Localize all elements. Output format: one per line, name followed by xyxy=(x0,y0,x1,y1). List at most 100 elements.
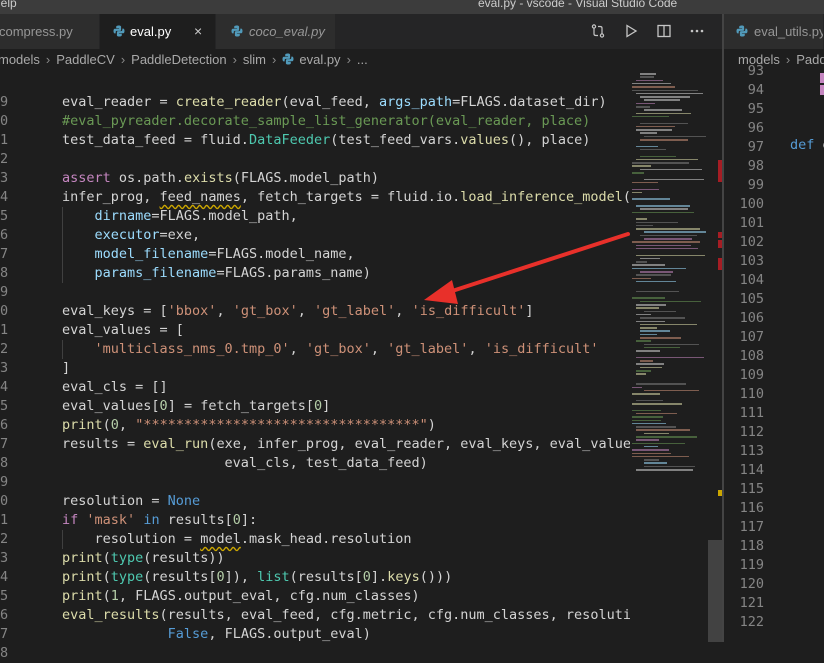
breadcrumb: models › PaddleCV › PaddleDetection › slim › eva… xyxy=(0,49,718,71)
code-token: 0 xyxy=(159,398,168,414)
right-line-number-gutter: 93 94 95 96 97 98 99 100 101 102 103 104 105 106 107 10… xyxy=(724,62,764,632)
code-line[interactable]: infer_prog, feed_names, fetch_targets = … xyxy=(62,188,630,207)
code-line[interactable]: assert os.path.exists(FLAGS.model_path) xyxy=(62,169,630,188)
line-number: 107 xyxy=(739,329,764,345)
code-line[interactable]: eval_cls, test_data_feed) xyxy=(62,454,630,473)
minimap-line xyxy=(636,313,651,316)
code-line[interactable] xyxy=(62,74,630,93)
minimap-line xyxy=(640,155,676,158)
right-code-editor[interactable]: def e xyxy=(790,71,824,247)
tab-eval-py[interactable]: eval.py × xyxy=(100,14,216,49)
compare-changes-icon[interactable] xyxy=(590,23,606,39)
code-editor[interactable]: eval_reader = create_reader(eval_feed, a… xyxy=(62,74,630,644)
line-number: 96 xyxy=(747,120,764,136)
minimap-line xyxy=(636,439,659,441)
code-line[interactable]: model_filename=FLAGS.model_name, xyxy=(62,245,630,264)
code-line[interactable]: #eval_pyreader.decorate_sample_list_gene… xyxy=(62,112,630,131)
minimap-line xyxy=(644,178,704,181)
breadcrumb-item[interactable]: PaddleDetection xyxy=(131,49,226,71)
minimap-line xyxy=(636,304,666,306)
breadcrumb-item[interactable]: Padd xyxy=(796,49,824,71)
minimap-line xyxy=(632,297,665,299)
line-number: 3 xyxy=(0,170,9,186)
code-line[interactable]: test_data_feed = fluid.DataFeeder(test_f… xyxy=(62,131,630,150)
line-number xyxy=(0,74,40,93)
minimap-line xyxy=(632,172,644,174)
code-line[interactable]: resolution = model.mask_head.resolution xyxy=(62,530,630,549)
line-number: 104 xyxy=(739,272,764,288)
code-token: None xyxy=(167,493,201,509)
breadcrumb-item[interactable]: eval.py xyxy=(299,49,340,71)
editor-actions xyxy=(580,14,720,49)
line-number: 0 xyxy=(0,303,9,319)
code-token: eval_keys = [ xyxy=(62,303,168,319)
breadcrumb-item[interactable]: PaddleCV xyxy=(56,49,115,71)
code-line[interactable]: False, FLAGS.output_eval) xyxy=(62,625,630,644)
minimap[interactable] xyxy=(630,71,708,642)
code-line[interactable]: ] xyxy=(62,359,630,378)
code-token: exists xyxy=(183,170,233,186)
code-line[interactable] xyxy=(62,150,630,169)
line-number: 6 xyxy=(0,607,9,623)
code-token: , xyxy=(370,341,388,357)
line-number: 113 xyxy=(739,443,764,459)
split-editor-icon[interactable] xyxy=(656,23,672,39)
scrollbar-thumb[interactable] xyxy=(708,540,722,642)
code-line[interactable] xyxy=(62,283,630,302)
code-line[interactable]: print(0, "******************************… xyxy=(62,416,630,435)
code-token: load_inference_model xyxy=(460,189,623,205)
breadcrumb-item[interactable]: slim xyxy=(243,49,266,71)
line-number: 114 xyxy=(739,462,764,478)
minimap-line xyxy=(636,218,647,220)
code-token: , xyxy=(216,303,233,319)
code-line[interactable]: params_filename=FLAGS.params_name) xyxy=(62,264,630,283)
code-token: (results, eval_feed, cfg.metric, cfg.num… xyxy=(159,607,630,623)
code-token: (results)) xyxy=(143,550,225,566)
more-actions-icon[interactable] xyxy=(689,23,705,39)
code-line[interactable]: resolution = None xyxy=(62,492,630,511)
minimap-line xyxy=(632,449,669,451)
minimap-line xyxy=(636,129,672,131)
code-line[interactable]: eval_cls = [] xyxy=(62,378,630,397)
minimap-line xyxy=(640,330,670,332)
tab-coco-eval-py[interactable]: coco_eval.py xyxy=(216,14,336,49)
line-number: 6 xyxy=(0,227,9,243)
code-token: resolution = xyxy=(62,493,168,509)
tab-eval-utils-py[interactable]: eval_utils.py xyxy=(724,14,824,49)
minimap-line xyxy=(632,162,689,164)
code-token: os.path. xyxy=(110,170,184,186)
close-icon[interactable]: × xyxy=(194,14,202,49)
code-line[interactable]: print(1, FLAGS.output_eval, cfg.num_clas… xyxy=(62,587,630,606)
tab-compress-py[interactable]: compress.py xyxy=(0,14,100,49)
minimap-line xyxy=(640,148,666,151)
breadcrumb-item[interactable]: models xyxy=(0,49,40,71)
code-token: 0 xyxy=(362,569,371,585)
code-line[interactable]: results = eval_run(exe, infer_prog, eval… xyxy=(62,435,630,454)
code-line[interactable]: executor=exe, xyxy=(62,226,630,245)
code-line[interactable]: 'multiclass_nms_0.tmp_0', 'gt_box', 'gt_… xyxy=(62,340,630,359)
code-line[interactable]: eval_keys = ['bbox', 'gt_box', 'gt_label… xyxy=(62,302,630,321)
run-icon[interactable] xyxy=(623,23,639,39)
code-line[interactable]: eval_reader = create_reader(eval_feed, a… xyxy=(62,93,630,112)
code-line[interactable]: print(type(results)) xyxy=(62,549,630,568)
code-line[interactable]: eval_results(results, eval_feed, cfg.met… xyxy=(62,606,630,625)
code-line[interactable]: if 'mask' in results[0]: xyxy=(62,511,630,530)
window-title: eval.py - vscode - Visual Studio Code xyxy=(478,0,678,10)
code-token: (test_feed_vars. xyxy=(330,132,461,148)
code-line[interactable]: print(type(results[0]), list(results[0].… xyxy=(62,568,630,587)
minimap-line xyxy=(632,419,661,422)
code-line[interactable] xyxy=(62,473,630,492)
minimap-line xyxy=(640,337,681,339)
minimap-line xyxy=(636,436,697,438)
minimap-line xyxy=(640,208,688,210)
line-number: 7 xyxy=(0,436,9,452)
menu-help[interactable]: lelp xyxy=(0,0,17,10)
chevron-right-icon: › xyxy=(785,52,791,67)
minimap-line xyxy=(636,429,690,431)
code-line[interactable]: eval_values[0] = fetch_targets[0] xyxy=(62,397,630,416)
minimap-line xyxy=(636,79,663,82)
indent-guide xyxy=(62,207,63,226)
code-line[interactable]: eval_values = [ xyxy=(62,321,630,340)
code-line[interactable]: dirname=FLAGS.model_path, xyxy=(62,207,630,226)
breadcrumb-item[interactable]: ... xyxy=(357,49,368,71)
